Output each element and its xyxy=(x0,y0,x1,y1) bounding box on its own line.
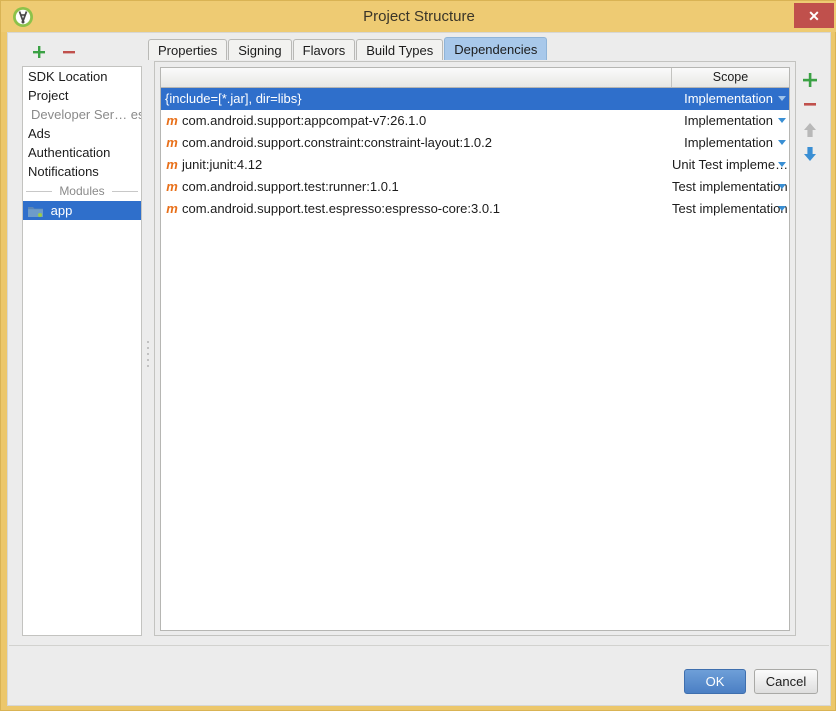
sidebar-list[interactable]: SDK Location Project Developer Ser… es A… xyxy=(22,66,142,636)
dependency-scope[interactable]: Implementation xyxy=(672,110,789,132)
dependency-name: m com.android.support.test.espresso:espre… xyxy=(161,198,672,220)
dependency-scope[interactable]: Test implementation xyxy=(672,176,789,198)
table-row[interactable]: m com.android.support.test:runner:1.0.1 T… xyxy=(161,176,789,198)
dependencies-panel: Scope {include=[*.jar], dir=libs} Implem… xyxy=(154,61,796,636)
chevron-down-icon[interactable] xyxy=(778,140,786,145)
modules-separator: Modules xyxy=(23,181,141,201)
move-down-arrow-icon[interactable] xyxy=(799,143,821,165)
pane-splitter[interactable] xyxy=(144,66,152,636)
dependency-scope-label: Unit Test impleme… xyxy=(672,157,789,172)
maven-icon: m xyxy=(166,157,178,172)
dependency-name-label: com.android.support.test:runner:1.0.1 xyxy=(182,179,399,194)
sidebar-item-developer-services[interactable]: Developer Ser… es xyxy=(23,105,141,124)
dependency-scope[interactable]: Implementation xyxy=(672,88,789,110)
maven-icon: m xyxy=(166,179,178,194)
column-header-scope[interactable]: Scope xyxy=(672,68,789,87)
sidebar-item-app-label: app xyxy=(50,203,73,218)
dependency-name: m com.android.support:appcompat-v7:26.1.0 xyxy=(161,110,672,132)
table-row[interactable]: m com.android.support.test.espresso:espre… xyxy=(161,198,789,220)
table-row[interactable]: m junit:junit:4.12 Unit Test impleme… xyxy=(161,154,789,176)
footer-divider xyxy=(9,645,829,646)
chevron-down-icon[interactable] xyxy=(778,184,786,189)
remove-module-button[interactable] xyxy=(60,43,78,61)
dependency-scope-label: Implementation xyxy=(684,135,773,150)
tab-dependencies[interactable]: Dependencies xyxy=(444,37,548,60)
dialog-body: SDK Location Project Developer Ser… es A… xyxy=(7,32,831,706)
tab-bar: Properties Signing Flavors Build Types D… xyxy=(148,37,548,62)
maven-icon: m xyxy=(166,201,178,216)
add-module-button[interactable] xyxy=(30,43,48,61)
dependency-scope-label: Implementation xyxy=(684,113,773,128)
dependency-scope-label: Test implementation xyxy=(672,201,788,216)
dependencies-table[interactable]: Scope {include=[*.jar], dir=libs} Implem… xyxy=(160,67,790,631)
window-title: Project Structure xyxy=(363,8,475,25)
close-button[interactable]: ✕ xyxy=(794,3,834,28)
table-header-row: Scope xyxy=(161,68,789,88)
maven-icon: m xyxy=(166,135,178,150)
table-row[interactable]: {include=[*.jar], dir=libs} Implementati… xyxy=(161,88,789,110)
dependency-name: m com.android.support.constraint:constrai… xyxy=(161,132,672,154)
remove-dependency-button[interactable] xyxy=(799,93,821,115)
chevron-down-icon[interactable] xyxy=(778,96,786,101)
module-folder-icon xyxy=(28,204,43,217)
dependency-name-label: com.android.support.test.espresso:espres… xyxy=(182,201,500,216)
chevron-down-icon[interactable] xyxy=(778,206,786,211)
dependency-scope-label: Implementation xyxy=(684,91,773,106)
tab-signing[interactable]: Signing xyxy=(228,39,292,60)
chevron-down-icon[interactable] xyxy=(778,118,786,123)
dependency-name: {include=[*.jar], dir=libs} xyxy=(165,91,302,106)
dependency-scope[interactable]: Test implementation xyxy=(672,198,789,220)
chevron-down-icon[interactable] xyxy=(778,162,786,167)
move-up-arrow-icon[interactable] xyxy=(799,119,821,141)
dependency-name: m junit:junit:4.12 xyxy=(161,154,672,176)
sidebar-toolbar xyxy=(22,41,132,65)
tab-properties[interactable]: Properties xyxy=(148,39,228,60)
modules-separator-label: Modules xyxy=(59,184,105,198)
dependency-name-label: junit:junit:4.12 xyxy=(182,157,263,172)
add-dependency-button[interactable] xyxy=(799,69,821,91)
ok-button[interactable]: OK xyxy=(684,669,746,694)
tab-build-types[interactable]: Build Types xyxy=(356,39,444,60)
separator-line-left xyxy=(26,191,52,192)
table-row[interactable]: m com.android.support:appcompat-v7:26.1.0… xyxy=(161,110,789,132)
sidebar-item-sdk-location[interactable]: SDK Location xyxy=(23,67,141,86)
dependency-toolbar xyxy=(798,61,824,636)
dependency-scope-label: Test implementation xyxy=(672,179,788,194)
cancel-button[interactable]: Cancel xyxy=(754,669,818,694)
column-header-name[interactable] xyxy=(161,68,672,87)
table-row[interactable]: m com.android.support.constraint:constrai… xyxy=(161,132,789,154)
sidebar-item-authentication[interactable]: Authentication xyxy=(23,143,141,162)
title-bar: Project Structure ✕ xyxy=(1,1,836,32)
dependency-name-label: com.android.support:appcompat-v7:26.1.0 xyxy=(182,113,427,128)
sidebar-item-notifications[interactable]: Notifications xyxy=(23,162,141,181)
sidebar-item-project[interactable]: Project xyxy=(23,86,141,105)
dependency-name: m com.android.support.test:runner:1.0.1 xyxy=(161,176,672,198)
project-structure-dialog: Project Structure ✕ SDK Location Project… xyxy=(0,0,836,711)
sidebar-item-ads[interactable]: Ads xyxy=(23,124,141,143)
dependency-scope[interactable]: Unit Test impleme… xyxy=(672,154,789,176)
dependency-name-label: com.android.support.constraint:constrain… xyxy=(182,135,493,150)
maven-icon: m xyxy=(166,113,178,128)
sidebar-item-app[interactable]: app xyxy=(23,201,141,220)
dependency-scope[interactable]: Implementation xyxy=(672,132,789,154)
tab-flavors[interactable]: Flavors xyxy=(292,39,356,60)
separator-line-right xyxy=(112,191,138,192)
close-icon: ✕ xyxy=(808,7,820,24)
